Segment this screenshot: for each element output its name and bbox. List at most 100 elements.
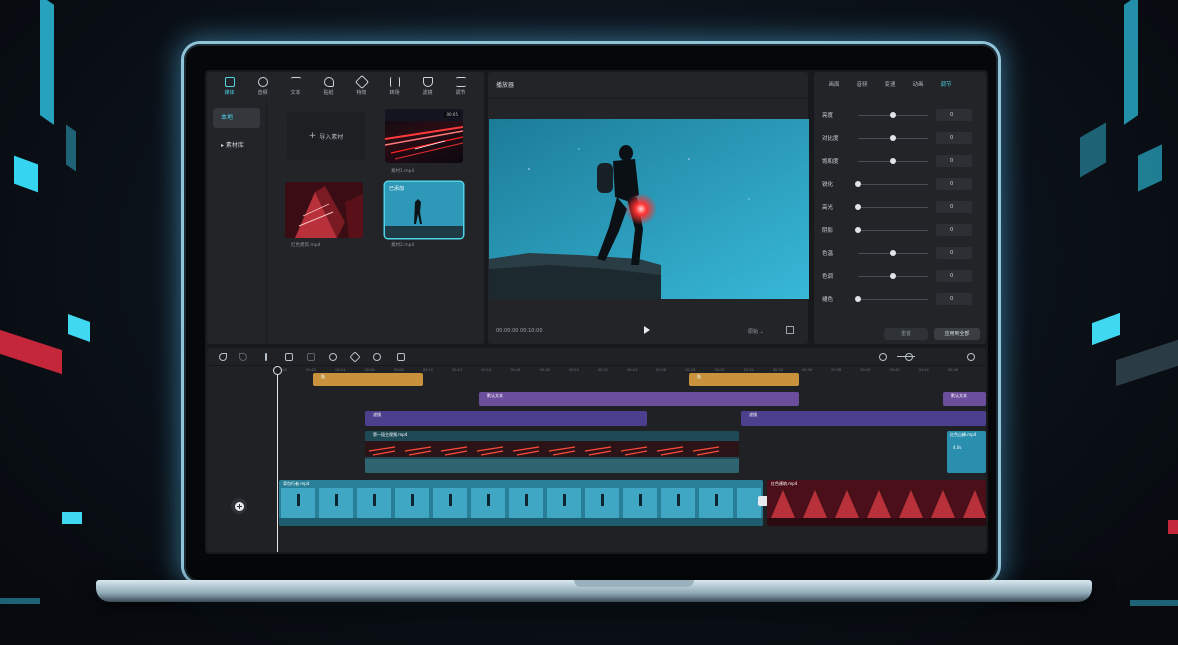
ruler-tick: 00:32 — [743, 368, 754, 372]
main-clip-b-frames — [767, 490, 986, 526]
adjust-value-input[interactable]: 0 — [936, 155, 972, 167]
media-thumb-1[interactable]: 00:05 — [385, 109, 463, 163]
split-icon[interactable] — [265, 353, 267, 361]
redo-icon[interactable] — [239, 353, 247, 361]
adjust-slider-knob[interactable] — [855, 227, 861, 233]
tab-adjust[interactable]: 调节 — [932, 72, 960, 98]
filter-clip-b[interactable]: 滤镜 — [741, 411, 986, 426]
undo-icon[interactable] — [219, 353, 227, 361]
tool-adjust[interactable]: 调节 — [444, 72, 477, 100]
tool-transition[interactable]: 转场 — [378, 72, 411, 100]
effects-icon — [354, 74, 369, 89]
text-clip-a[interactable]: 默认文本 — [479, 392, 799, 406]
mirror-icon[interactable] — [349, 351, 361, 363]
adjust-value-input[interactable]: 0 — [936, 201, 972, 213]
adjust-row-label: 高光 — [822, 205, 834, 211]
add-track-button[interactable] — [231, 498, 247, 514]
overlay-clip-a[interactable]: 第一段主视频.mp4 — [365, 431, 739, 473]
adjust-row: 阴影 0 — [814, 219, 986, 241]
adjust-slider-knob[interactable] — [890, 112, 896, 118]
thumb-duration: 00:05 — [444, 112, 460, 117]
adjust-slider-knob[interactable] — [855, 181, 861, 187]
tool-text[interactable]: 文本 — [279, 72, 312, 100]
ruler-tick: 00:34 — [772, 368, 783, 372]
tool-filter-label: 滤镜 — [422, 89, 433, 96]
main-clip-b[interactable]: 红色建筑.mp4 — [767, 480, 986, 526]
ruler-tick: 00:18 — [539, 368, 550, 372]
playhead-handle[interactable] — [273, 366, 282, 375]
adjust-row-label: 色调 — [822, 274, 834, 280]
ratio-select[interactable]: 原始 ⌄ — [748, 328, 764, 335]
adjust-value-input[interactable]: 0 — [936, 109, 972, 121]
tool-audio[interactable]: 音频 — [246, 72, 279, 100]
settings-icon[interactable] — [967, 353, 975, 361]
adjust-value-input[interactable]: 0 — [936, 178, 972, 190]
adjust-slider-knob[interactable] — [890, 135, 896, 141]
adjust-tabs: 画面 音频 变速 动画 调节 — [814, 72, 986, 98]
tool-filter[interactable]: 滤镜 — [411, 72, 444, 100]
adjust-row-label: 锐化 — [822, 182, 834, 188]
adjust-row-label: 色温 — [822, 251, 834, 257]
adjust-value-input[interactable]: 0 — [936, 224, 972, 236]
sticker-clip-b[interactable]: 贴 — [689, 373, 799, 386]
apply-all-button[interactable]: 应用到全部 — [934, 328, 980, 340]
tool-effects[interactable]: 特效 — [345, 72, 378, 100]
filter-clip-a[interactable]: 滤镜 — [365, 411, 647, 426]
freeze-icon[interactable] — [307, 353, 315, 361]
adjust-slider-knob[interactable] — [890, 158, 896, 164]
adjust-slider-track[interactable] — [858, 207, 928, 208]
tab-animation[interactable]: 动画 — [904, 72, 932, 98]
adjust-value-input[interactable]: 0 — [936, 270, 972, 282]
playhead[interactable] — [277, 368, 278, 552]
zoom-knob-icon[interactable] — [905, 353, 913, 361]
reset-button[interactable]: 重置 — [884, 328, 928, 340]
overlay-clip-b[interactable]: 红色山峰.mp4 4.0s — [947, 431, 986, 473]
tool-sticker-label: 贴纸 — [323, 89, 334, 96]
tab-picture[interactable]: 画面 — [820, 72, 848, 98]
media-icon — [224, 76, 235, 87]
light-trails-image — [385, 109, 463, 160]
fullscreen-icon[interactable] — [786, 326, 794, 334]
adjust-slider-track[interactable] — [858, 184, 928, 185]
editor-screen: 媒体 音频 文本 贴纸 特效 转场 滤镜 调节 本地 ▸ 素材库 + 导入素材 — [205, 70, 988, 554]
audio-icon — [257, 76, 268, 87]
adjust-slider-track[interactable] — [858, 230, 928, 231]
adjust-icon — [455, 76, 466, 87]
magnet-icon[interactable] — [879, 353, 887, 361]
ruler-tick: 00:22 — [597, 368, 608, 372]
media-thumb-3[interactable]: 已添加 — [385, 182, 463, 238]
tool-media[interactable]: 媒体 — [213, 72, 246, 100]
adjust-slider-knob[interactable] — [890, 250, 896, 256]
tool-text-label: 文本 — [290, 89, 301, 96]
reverse-icon[interactable] — [329, 353, 337, 361]
crop-icon[interactable] — [397, 353, 405, 361]
import-button[interactable]: + 导入素材 — [287, 112, 365, 160]
tab-audio[interactable]: 音频 — [848, 72, 876, 98]
rotate-icon[interactable] — [373, 353, 381, 361]
adjust-slider-knob[interactable] — [890, 273, 896, 279]
sticker-clip-a[interactable]: 贴 — [313, 373, 423, 386]
adjust-slider-knob[interactable] — [855, 204, 861, 210]
adjust-slider-knob[interactable] — [855, 296, 861, 302]
sidebar-item-local[interactable]: 本地 — [213, 108, 260, 128]
tool-sticker[interactable]: 贴纸 — [312, 72, 345, 100]
overlay-clip-b-duration: 4.0s — [953, 445, 962, 450]
text-icon — [290, 76, 301, 87]
added-tag: 已添加 — [389, 186, 405, 192]
text-clip-b[interactable]: 默认文本 — [943, 392, 986, 406]
tab-speed[interactable]: 变速 — [876, 72, 904, 98]
main-clip-a[interactable]: 背包行者.mp4 8.0s — [279, 480, 763, 526]
play-button[interactable] — [644, 326, 650, 334]
media-thumb-2[interactable] — [285, 182, 363, 238]
delete-icon[interactable] — [285, 353, 293, 361]
overlay-clip-b-label: 红色山峰.mp4 — [950, 432, 977, 437]
adjust-value-input[interactable]: 0 — [936, 247, 972, 259]
adjust-value-input[interactable]: 0 — [936, 293, 972, 305]
video-preview[interactable] — [489, 119, 809, 299]
adjust-slider-track[interactable] — [858, 299, 928, 300]
adjust-value-input[interactable]: 0 — [936, 132, 972, 144]
sticker-icon — [323, 76, 334, 87]
transition-icon — [389, 76, 400, 87]
ruler-tick: 00:02 — [306, 368, 317, 372]
sidebar-item-library[interactable]: ▸ 素材库 — [213, 136, 260, 156]
